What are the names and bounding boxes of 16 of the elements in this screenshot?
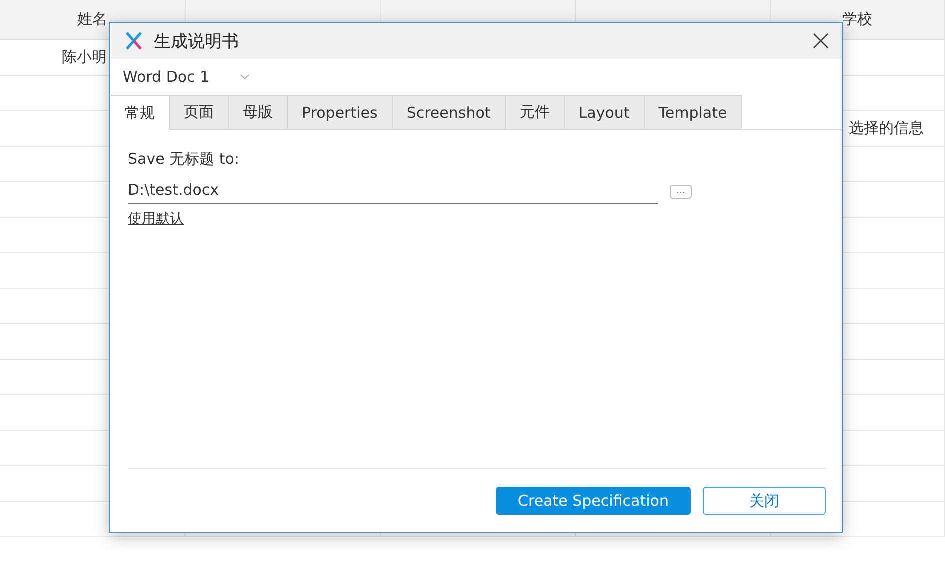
tab[interactable]: 常规: [111, 95, 170, 130]
use-default-link[interactable]: 使用默认: [128, 210, 184, 228]
tab[interactable]: 母版: [229, 95, 288, 129]
create-button[interactable]: Create Specification: [496, 487, 691, 515]
path-field[interactable]: D:\test.docx: [128, 179, 658, 204]
tab[interactable]: 页面: [170, 95, 229, 129]
tab[interactable]: Properties: [288, 95, 393, 129]
tab[interactable]: Template: [644, 95, 742, 129]
close-button[interactable]: 关闭: [703, 487, 826, 515]
logo-icon: [126, 32, 142, 50]
browse-button[interactable]: ···: [670, 184, 692, 198]
tab[interactable]: 元件: [506, 95, 565, 129]
chevron-icon: [240, 74, 250, 80]
tab[interactable]: Layout: [564, 95, 645, 129]
save-label: Save 无标题 to:: [128, 150, 240, 169]
tab[interactable]: Screenshot: [392, 95, 506, 129]
